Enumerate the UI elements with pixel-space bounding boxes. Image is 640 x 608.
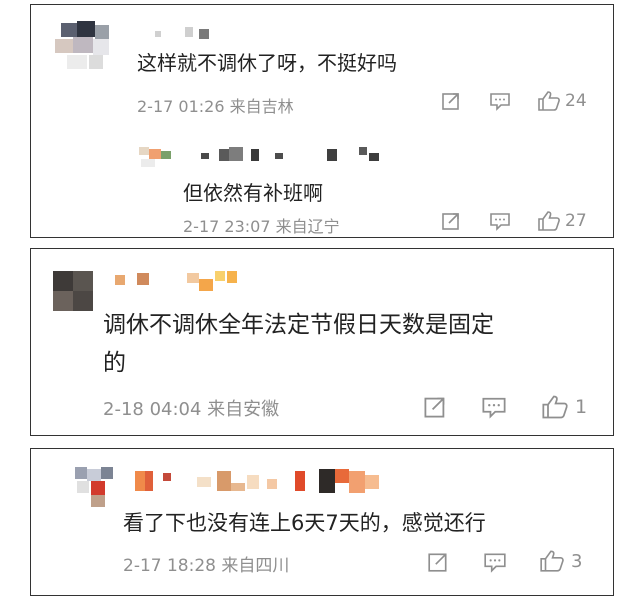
reply-avatar[interactable]: [139, 143, 179, 173]
like-button[interactable]: 24: [537, 90, 587, 112]
comment-button[interactable]: [483, 551, 507, 573]
share-button[interactable]: [423, 395, 447, 419]
comment-button[interactable]: [489, 91, 511, 111]
comment-card-2: 调休不调休全年法定节假日天数是固定 的 2-18 04:04 来自安徽 1: [30, 248, 614, 436]
like-count: 27: [565, 211, 587, 231]
like-button[interactable]: 27: [537, 210, 587, 232]
comment-text: 这样就不调休了呀，不挺好吗: [137, 51, 397, 75]
comment-button[interactable]: [489, 211, 511, 231]
comment-text: 看了下也没有连上6天7天的，感觉还行: [123, 511, 486, 535]
avatar[interactable]: [75, 467, 115, 507]
share-icon: [428, 553, 447, 572]
username-redacted[interactable]: [155, 27, 235, 41]
reply-text: 但依然有补班啊: [183, 181, 323, 205]
comment-text-line-1: 调休不调休全年法定节假日天数是固定: [103, 312, 494, 338]
like-icon: [542, 395, 568, 419]
share-button[interactable]: [441, 211, 461, 231]
like-icon: [538, 211, 560, 231]
share-button[interactable]: [427, 551, 449, 573]
comment-meta: 2-17 18:28 来自四川: [123, 556, 290, 576]
username-redacted[interactable]: [115, 271, 275, 291]
like-count: 3: [571, 550, 583, 572]
reply-username-redacted[interactable]: [199, 145, 399, 163]
like-icon: [538, 91, 560, 111]
comment-card-3: 看了下也没有连上6天7天的，感觉还行 2-17 18:28 来自四川 3: [30, 448, 614, 596]
share-icon: [442, 93, 459, 110]
comment-button[interactable]: [481, 395, 507, 419]
like-count: 1: [575, 396, 588, 418]
comment-icon: [490, 93, 510, 111]
reply-meta: 2-17 23:07 来自辽宁: [183, 217, 340, 236]
share-button[interactable]: [441, 91, 461, 111]
comment-card-1: 这样就不调休了呀，不挺好吗 2-17 01:26 来自吉林 24 但依然有补班啊…: [30, 4, 614, 238]
comment-meta: 2-17 01:26 来自吉林: [137, 97, 294, 116]
share-icon: [424, 397, 445, 418]
like-icon: [540, 550, 564, 572]
like-count: 24: [565, 91, 587, 111]
username-redacted[interactable]: [135, 469, 395, 495]
like-button[interactable]: 1: [541, 394, 587, 420]
comment-text-line-2: 的: [103, 350, 126, 376]
comment-icon: [484, 553, 506, 573]
share-icon: [442, 213, 459, 230]
like-button[interactable]: 3: [539, 549, 582, 573]
avatar[interactable]: [49, 15, 119, 75]
comment-icon: [482, 397, 506, 419]
comment-meta: 2-18 04:04 来自安徽: [103, 399, 280, 420]
comment-icon: [490, 213, 510, 231]
avatar[interactable]: [53, 271, 93, 311]
